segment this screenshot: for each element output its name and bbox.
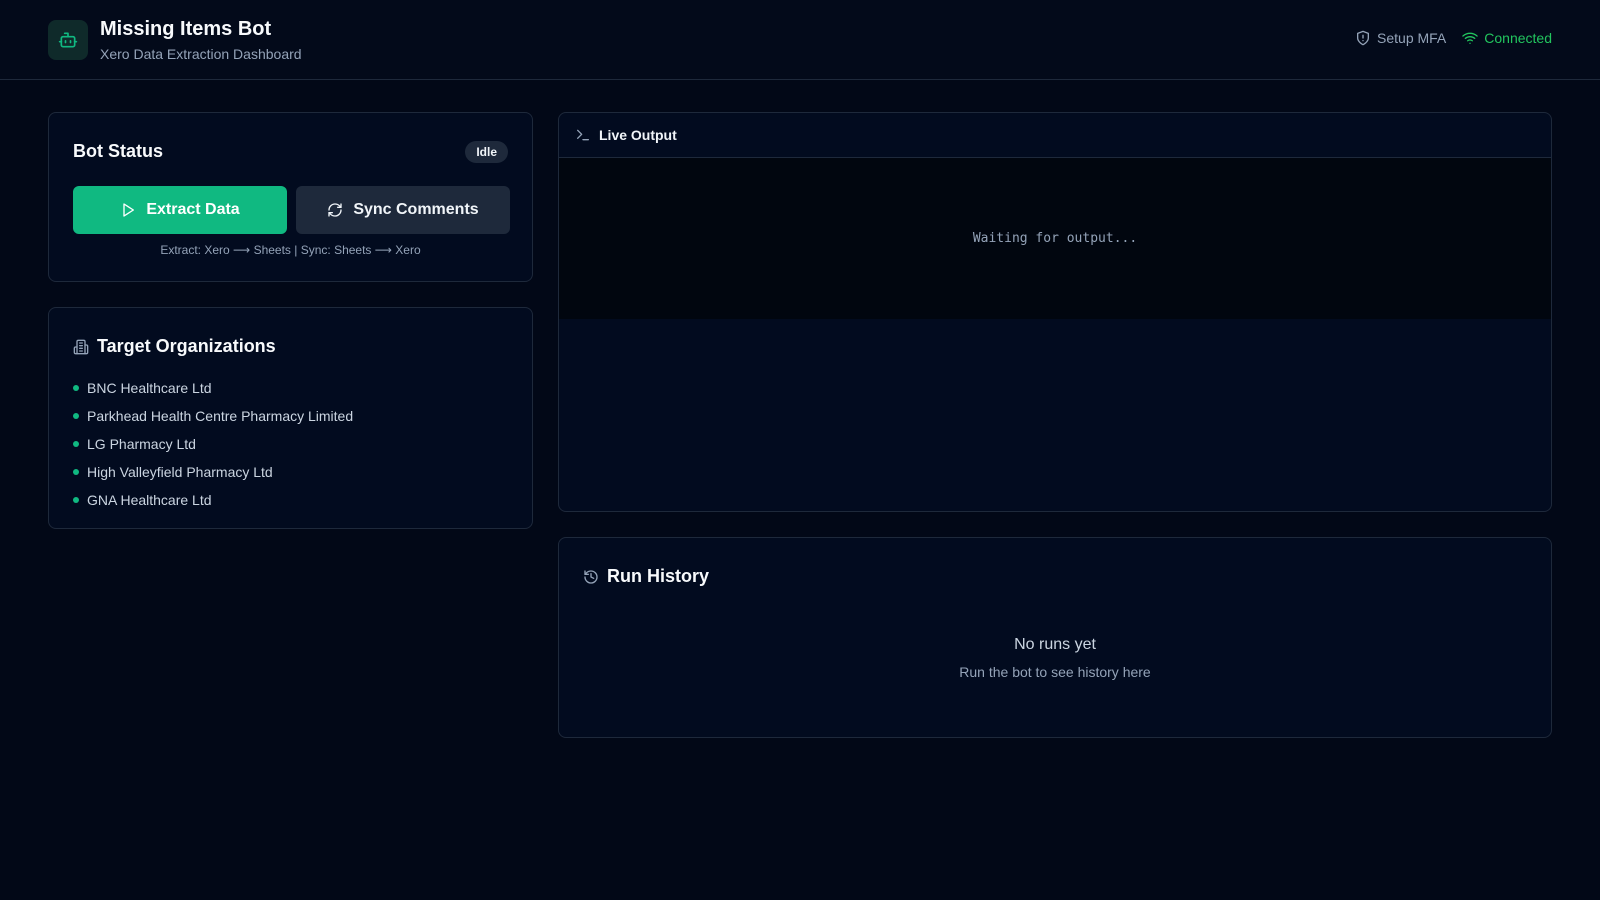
- list-item: BNC Healthcare Ltd: [73, 374, 353, 402]
- app-subtitle: Xero Data Extraction Dashboard: [100, 46, 302, 62]
- app-header: Missing Items Bot Xero Data Extraction D…: [0, 0, 1600, 80]
- extract-data-label: Extract Data: [146, 201, 240, 218]
- connection-label: Connected: [1484, 30, 1552, 46]
- empty-state-title: No runs yet: [1014, 636, 1096, 653]
- organizations-title: Target Organizations: [97, 336, 276, 356]
- app-title: Missing Items Bot: [100, 18, 272, 40]
- run-history-title: Run History: [607, 566, 710, 586]
- sync-comments-button[interactable]: Sync Comments: [296, 186, 510, 234]
- empty-state-subtitle: Run the bot to see history here: [959, 664, 1151, 680]
- bot-icon: [58, 30, 78, 50]
- output-placeholder: Waiting for output...: [972, 231, 1138, 246]
- list-item: High Valleyfield Pharmacy Ltd: [73, 458, 353, 486]
- refresh-icon: [327, 202, 343, 218]
- bullet-dot: [73, 441, 79, 447]
- organization-name: High Valleyfield Pharmacy Ltd: [87, 464, 273, 480]
- logo: [48, 20, 88, 60]
- terminal-icon: [575, 127, 591, 143]
- live-output-header: Live Output: [559, 113, 1551, 158]
- play-icon: [120, 202, 136, 218]
- connection-status: Connected: [1462, 30, 1552, 46]
- action-hint: Extract: Xero ⟶ Sheets | Sync: Sheets ⟶ …: [160, 243, 421, 257]
- list-item: Parkhead Health Centre Pharmacy Limited: [73, 402, 353, 430]
- bullet-dot: [73, 497, 79, 503]
- organization-name: GNA Healthcare Ltd: [87, 492, 212, 508]
- organization-name: LG Pharmacy Ltd: [87, 436, 196, 452]
- organization-name: Parkhead Health Centre Pharmacy Limited: [87, 408, 354, 424]
- live-output-title: Live Output: [599, 127, 677, 143]
- setup-mfa-label: Setup MFA: [1377, 30, 1447, 46]
- bot-status-card: Bot Status Idle Extract Data Sync Commen…: [48, 112, 533, 282]
- organizations-heading: Target Organizations: [73, 336, 276, 357]
- building-icon: [73, 339, 89, 355]
- organization-name: BNC Healthcare Ltd: [87, 380, 212, 396]
- wifi-icon: [1462, 30, 1479, 46]
- run-history-heading: Run History: [583, 566, 709, 587]
- shield-icon: [1355, 30, 1371, 46]
- status-badge: Idle: [465, 141, 508, 163]
- live-output-card: Live Output Waiting for output...: [558, 112, 1552, 512]
- sync-comments-label: Sync Comments: [353, 201, 479, 218]
- bullet-dot: [73, 385, 79, 391]
- history-icon: [583, 569, 599, 585]
- list-item: GNA Healthcare Ltd: [73, 486, 353, 514]
- setup-mfa-button[interactable]: Setup MFA: [1355, 30, 1446, 46]
- bot-status-title: Bot Status: [73, 141, 163, 161]
- bullet-dot: [73, 469, 79, 475]
- list-item: LG Pharmacy Ltd: [73, 430, 353, 458]
- extract-data-button[interactable]: Extract Data: [73, 186, 287, 234]
- live-output-console[interactable]: Waiting for output...: [559, 158, 1551, 319]
- target-organizations-card: Target Organizations BNC Healthcare Ltd …: [48, 307, 533, 529]
- header-actions: Setup MFA Connected: [1355, 30, 1552, 46]
- run-history-card: Run History No runs yet Run the bot to s…: [558, 537, 1552, 738]
- bullet-dot: [73, 413, 79, 419]
- organization-list: BNC Healthcare Ltd Parkhead Health Centr…: [73, 374, 353, 514]
